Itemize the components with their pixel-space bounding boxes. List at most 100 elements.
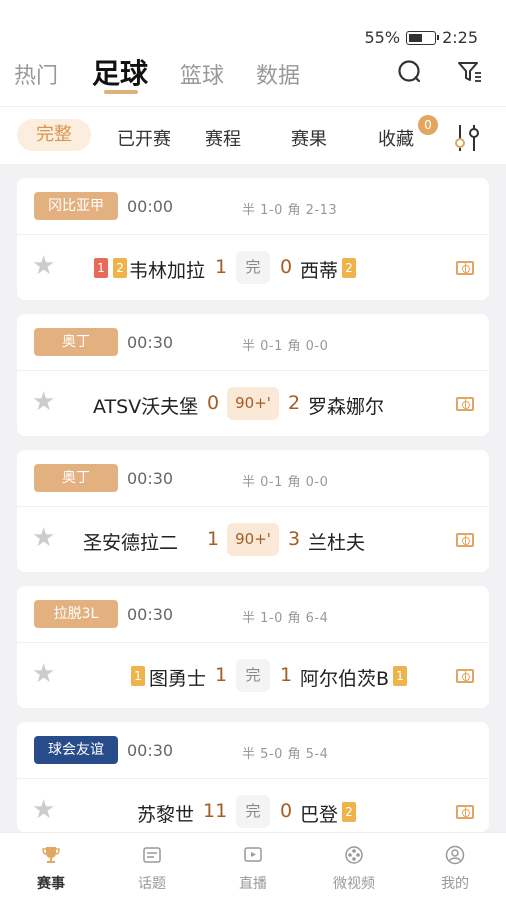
home-cards: 1 2 bbox=[94, 257, 128, 278]
match-card[interactable]: 奥丁 00:30 半 0-1 角 0-0 ★ ATSV沃夫堡 0 90+' 2 … bbox=[17, 314, 489, 436]
league-tag[interactable]: 冈比亚甲 bbox=[34, 192, 118, 220]
tab-football[interactable]: 足球 bbox=[92, 52, 148, 92]
bottom-tab-video[interactable]: 微视频 bbox=[304, 833, 404, 900]
filter-started[interactable]: 已开赛 bbox=[117, 125, 171, 151]
pitch-icon[interactable] bbox=[456, 261, 474, 275]
away-team: 兰杜夫 bbox=[308, 532, 366, 554]
active-tab-indicator bbox=[104, 90, 138, 94]
match-stats: 半 0-1 角 0-0 bbox=[242, 475, 329, 490]
home-team: 苏黎世 bbox=[137, 804, 195, 826]
yellow-card-badge: 2 bbox=[342, 257, 356, 278]
video-icon bbox=[345, 846, 363, 864]
tab-data[interactable]: 数据 bbox=[256, 58, 300, 90]
match-card[interactable]: 奥丁 00:30 半 0-1 角 0-0 ★ 圣安德拉二 1 90+' 3 兰杜… bbox=[17, 450, 489, 572]
match-card-header: 球会友谊 00:30 半 5-0 角 5-4 bbox=[17, 722, 489, 779]
match-stats: 半 1-0 角 6-4 bbox=[242, 611, 329, 626]
favorite-star-icon[interactable]: ★ bbox=[32, 253, 55, 279]
yellow-card-badge: 2 bbox=[342, 801, 356, 822]
match-status: 90+' bbox=[227, 523, 279, 556]
pitch-icon[interactable] bbox=[456, 805, 474, 819]
bottom-tab-events[interactable]: 赛事 bbox=[1, 833, 101, 900]
filter-icon[interactable] bbox=[456, 58, 484, 86]
bottom-tab-label: 赛事 bbox=[37, 876, 65, 892]
status-bar: 55% 2:25 bbox=[0, 0, 506, 50]
pitch-icon[interactable] bbox=[456, 669, 474, 683]
home-team: 韦林加拉 bbox=[129, 260, 206, 282]
away-score: 3 bbox=[288, 528, 301, 550]
bottom-tab-label: 我的 bbox=[441, 876, 469, 892]
yellow-card-badge: 1 bbox=[131, 665, 145, 686]
league-tag[interactable]: 奥丁 bbox=[34, 328, 118, 356]
match-time: 00:00 bbox=[127, 197, 174, 216]
home-score: 1 bbox=[215, 664, 228, 686]
league-tag[interactable]: 奥丁 bbox=[34, 464, 118, 492]
bottom-tab-topics[interactable]: 话题 bbox=[102, 833, 202, 900]
match-status: 完 bbox=[236, 795, 270, 828]
match-status: 90+' bbox=[227, 387, 279, 420]
away-cards: 1 bbox=[393, 665, 407, 686]
home-team: 圣安德拉二 bbox=[83, 532, 179, 554]
favorite-star-icon[interactable]: ★ bbox=[32, 661, 55, 687]
trophy-icon bbox=[42, 847, 60, 863]
tab-basketball[interactable]: 篮球 bbox=[180, 58, 224, 90]
match-stats: 半 0-1 角 0-0 bbox=[242, 339, 329, 354]
league-tag[interactable]: 球会友谊 bbox=[34, 736, 118, 764]
filter-schedule[interactable]: 赛程 bbox=[205, 125, 241, 151]
topic-icon bbox=[143, 847, 161, 863]
battery-icon bbox=[406, 30, 440, 45]
filter-all[interactable]: 完整 bbox=[17, 119, 91, 151]
match-card[interactable]: 拉脱3L 00:30 半 1-0 角 6-4 ★ 1 图勇士 1 完 1 阿尔伯… bbox=[17, 586, 489, 708]
match-time: 00:30 bbox=[127, 469, 174, 488]
away-score: 1 bbox=[280, 664, 293, 686]
clock: 2:25 bbox=[442, 28, 478, 47]
filter-favorites[interactable]: 收藏 bbox=[378, 125, 414, 151]
bottom-tab-label: 微视频 bbox=[333, 876, 375, 892]
match-status: 完 bbox=[236, 659, 270, 692]
match-card-body: ★ ATSV沃夫堡 0 90+' 2 罗森娜尔 bbox=[17, 371, 489, 436]
match-card-body: ★ 苏黎世 11 完 0 巴登 2 bbox=[17, 779, 489, 832]
favorites-count-badge: 0 bbox=[418, 115, 438, 135]
bottom-tab-profile[interactable]: 我的 bbox=[405, 833, 505, 900]
match-time: 00:30 bbox=[127, 333, 174, 352]
match-card-header: 奥丁 00:30 半 0-1 角 0-0 bbox=[17, 314, 489, 371]
away-score: 2 bbox=[288, 392, 301, 414]
away-team: 巴登 bbox=[300, 804, 339, 826]
match-status: 完 bbox=[236, 251, 270, 284]
favorite-star-icon[interactable]: ★ bbox=[32, 525, 55, 551]
pitch-icon[interactable] bbox=[456, 533, 474, 547]
search-icon[interactable] bbox=[396, 58, 424, 86]
live-icon bbox=[244, 847, 262, 862]
home-score: 1 bbox=[215, 256, 228, 278]
match-stats: 半 5-0 角 5-4 bbox=[242, 747, 329, 762]
top-nav: 热门 足球 篮球 数据 bbox=[0, 50, 506, 106]
away-cards: 2 bbox=[342, 801, 356, 822]
bottom-nav: 赛事 话题 直播 微视频 我的 bbox=[0, 832, 506, 900]
battery-percent: 55% bbox=[364, 28, 401, 47]
favorite-star-icon[interactable]: ★ bbox=[32, 797, 55, 823]
home-team: 图勇士 bbox=[149, 668, 207, 690]
league-tag[interactable]: 拉脱3L bbox=[34, 600, 118, 628]
home-score: 0 bbox=[207, 392, 220, 414]
bottom-tab-live[interactable]: 直播 bbox=[203, 833, 303, 900]
sort-slider-icon[interactable] bbox=[452, 121, 486, 155]
filter-results[interactable]: 赛果 bbox=[291, 125, 327, 151]
match-card[interactable]: 球会友谊 00:30 半 5-0 角 5-4 ★ 苏黎世 11 完 0 巴登 2 bbox=[17, 722, 489, 832]
yellow-card-badge: 2 bbox=[113, 257, 128, 278]
red-card-badge: 1 bbox=[94, 257, 108, 278]
home-cards: 1 bbox=[131, 665, 145, 686]
pitch-icon[interactable] bbox=[456, 397, 474, 411]
match-card[interactable]: 冈比亚甲 00:00 半 1-0 角 2-13 ★ 1 2 韦林加拉 1 完 0… bbox=[17, 178, 489, 300]
match-card-header: 冈比亚甲 00:00 半 1-0 角 2-13 bbox=[17, 178, 489, 235]
match-card-header: 奥丁 00:30 半 0-1 角 0-0 bbox=[17, 450, 489, 507]
match-card-body: ★ 1 2 韦林加拉 1 完 0 西蒂 2 bbox=[17, 235, 489, 300]
bottom-tab-label: 直播 bbox=[239, 876, 267, 892]
match-time: 00:30 bbox=[127, 605, 174, 624]
favorite-star-icon[interactable]: ★ bbox=[32, 389, 55, 415]
home-team: ATSV沃夫堡 bbox=[93, 396, 199, 418]
away-score: 0 bbox=[280, 800, 293, 822]
away-cards: 2 bbox=[342, 257, 356, 278]
tab-hot[interactable]: 热门 bbox=[14, 58, 58, 90]
bottom-tab-label: 话题 bbox=[138, 876, 166, 892]
away-score: 0 bbox=[280, 256, 293, 278]
match-time: 00:30 bbox=[127, 741, 174, 760]
